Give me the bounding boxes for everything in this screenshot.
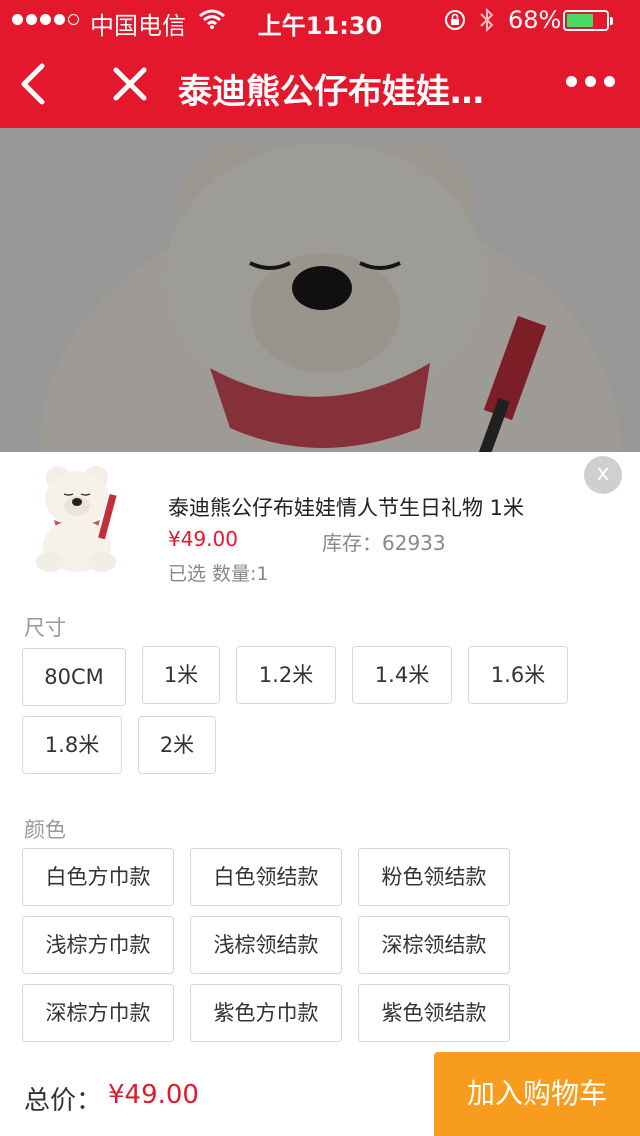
size-section-label: 尺寸	[24, 616, 66, 640]
product-image-backdrop[interactable]	[0, 128, 640, 452]
battery-icon	[563, 10, 613, 31]
color-option[interactable]: 紫色方巾款	[190, 984, 342, 1042]
sku-selector-panel: x 泰迪熊公仔布娃娃情人节生日礼物 1米 ¥49.00 库存：62933 已选 …	[0, 452, 640, 1136]
chevron-left-icon[interactable]	[14, 60, 54, 108]
size-option[interactable]: 1.8米	[22, 716, 122, 774]
color-section-label: 颜色	[24, 818, 66, 842]
nav-bar: 泰迪熊公仔布娃娃…	[0, 40, 640, 128]
color-option[interactable]: 浅棕领结款	[190, 916, 342, 974]
battery-percent: 68%	[508, 6, 562, 34]
size-option[interactable]: 1.6米	[468, 646, 568, 704]
color-option[interactable]: 深棕方巾款	[22, 984, 174, 1042]
product-title: 泰迪熊公仔布娃娃情人节生日礼物 1米	[168, 496, 525, 520]
total-label: 总价：	[24, 1086, 103, 1116]
color-option[interactable]: 白色领结款	[190, 848, 342, 906]
color-option[interactable]: 紫色领结款	[358, 984, 510, 1042]
page-title: 泰迪熊公仔布娃娃…	[178, 72, 484, 112]
product-thumbnail	[24, 458, 134, 578]
product-stock: 库存：62933	[322, 531, 446, 555]
size-option[interactable]: 80CM	[22, 648, 126, 706]
size-option[interactable]: 1.2米	[236, 646, 336, 704]
close-panel-button[interactable]: x	[584, 456, 622, 494]
close-icon[interactable]	[108, 62, 152, 106]
rotation-lock-icon	[445, 10, 465, 30]
color-option[interactable]: 浅棕方巾款	[22, 916, 174, 974]
size-option[interactable]: 1.4米	[352, 646, 452, 704]
size-option[interactable]: 2米	[138, 716, 216, 774]
top-bar: 中国电信 上午11:30 68% 泰迪熊公仔布娃娃…	[0, 0, 640, 128]
selected-summary: 已选 数量:1	[168, 563, 269, 585]
total-price: ¥49.00	[108, 1080, 199, 1110]
color-option[interactable]: 粉色领结款	[358, 848, 510, 906]
product-price: ¥49.00	[168, 527, 238, 551]
add-to-cart-button[interactable]: 加入购物车	[434, 1052, 640, 1136]
bottom-bar: 总价： ¥49.00 加入购物车	[0, 1052, 640, 1136]
size-option[interactable]: 1米	[142, 646, 220, 704]
status-bar: 中国电信 上午11:30 68%	[0, 0, 640, 40]
bluetooth-icon	[480, 7, 494, 33]
color-option[interactable]: 深棕领结款	[358, 916, 510, 974]
color-option[interactable]: 白色方巾款	[22, 848, 174, 906]
more-icon[interactable]	[566, 76, 615, 87]
